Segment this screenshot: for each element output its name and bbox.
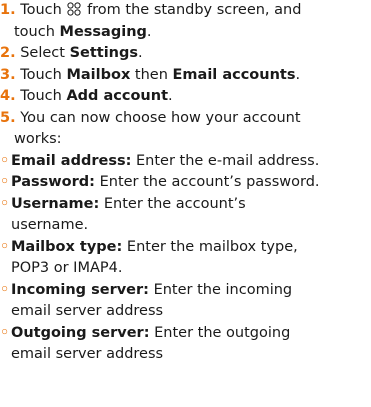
bullet-mailbox-type: ◦ Mailbox type: Enter the mailbox type,	[0, 237, 371, 259]
step-number: 1.	[0, 2, 16, 18]
bullet-mark: ◦	[0, 195, 10, 212]
step-1: 1. Touch from the standby screen, and	[0, 0, 371, 22]
bullet-label: Mailbox type:	[11, 238, 123, 255]
bullet-username: ◦ Username: Enter the account’s	[0, 194, 371, 216]
step-number: 5.	[0, 109, 16, 126]
bullet-password: ◦ Password: Enter the account’s password.	[0, 172, 371, 194]
step-text: Select	[20, 45, 65, 61]
bullet-mark: ◦	[0, 152, 10, 169]
bullet-text: Enter the e-mail address.	[136, 152, 320, 169]
step-3: 3. Touch Mailbox then Email accounts.	[0, 65, 371, 87]
bullet-outgoing-server-cont: email server address	[0, 344, 371, 366]
bullet-text: Enter the mailbox type,	[126, 238, 298, 255]
step-5: 5. You can now choose how your account	[0, 108, 371, 130]
step-text: touch	[14, 23, 55, 40]
step-number: 3.	[0, 66, 16, 83]
step-text: Touch	[20, 88, 62, 104]
step-text: from the standby screen, and	[87, 2, 302, 18]
bullet-text: email server address	[11, 303, 164, 319]
bullet-mark: ◦	[0, 324, 10, 341]
bullet-text: username.	[11, 217, 89, 233]
bullet-label: Outgoing server:	[11, 324, 150, 341]
bullet-text: POP3 or IMAP4.	[11, 260, 123, 276]
bullet-label: Incoming server:	[11, 281, 149, 298]
step-4: 4. Touch Add account.	[0, 86, 371, 108]
step-text: works:	[14, 131, 62, 147]
bullet-incoming-server-cont: email server address	[0, 301, 371, 323]
step-2: 2. Select Settings.	[0, 43, 371, 65]
step-number: 4.	[0, 88, 16, 104]
step-text: .	[146, 23, 152, 40]
bullet-mark: ◦	[0, 174, 10, 190]
step-text: .	[138, 45, 143, 61]
step-bold: Settings	[69, 45, 139, 61]
apps-grid-icon	[67, 2, 82, 16]
step-bold: Messaging	[59, 23, 147, 40]
bullet-text: email server address	[11, 346, 164, 362]
bullet-outgoing-server: ◦ Outgoing server: Enter the outgoing	[0, 323, 371, 345]
bullet-mark: ◦	[0, 238, 10, 255]
bullet-text: Enter the incoming	[153, 281, 293, 298]
step-text: You can now choose how your account	[20, 109, 301, 126]
bullet-label: Username:	[11, 195, 100, 212]
step-text: Touch	[20, 2, 62, 18]
bullet-username-cont: username.	[0, 215, 371, 237]
step-text: then	[134, 66, 168, 83]
step-1-cont: touch Messaging.	[0, 22, 371, 44]
bullet-text: Enter the outgoing	[154, 324, 291, 341]
step-bold: Mailbox	[66, 66, 131, 83]
bullet-mailbox-type-cont: POP3 or IMAP4.	[0, 258, 371, 280]
bullet-text: Enter the account’s	[103, 195, 246, 212]
bullet-incoming-server: ◦ Incoming server: Enter the incoming	[0, 280, 371, 302]
bullet-text: Enter the account’s password.	[99, 174, 320, 190]
step-text: .	[295, 66, 301, 83]
bullet-mark: ◦	[0, 281, 10, 298]
bullet-email-address: ◦ Email address: Enter the e-mail address…	[0, 151, 371, 173]
instruction-document: 1. Touch from the standby screen, and to…	[0, 0, 371, 407]
bullet-label: Email address:	[11, 152, 132, 169]
bullet-label: Password:	[11, 174, 95, 190]
step-5-cont: works:	[0, 129, 371, 151]
step-bold: Add account	[66, 88, 168, 104]
step-bold: Email accounts	[172, 66, 296, 83]
step-text: Touch	[20, 66, 62, 83]
step-text: .	[168, 88, 173, 104]
step-number: 2.	[0, 45, 16, 61]
